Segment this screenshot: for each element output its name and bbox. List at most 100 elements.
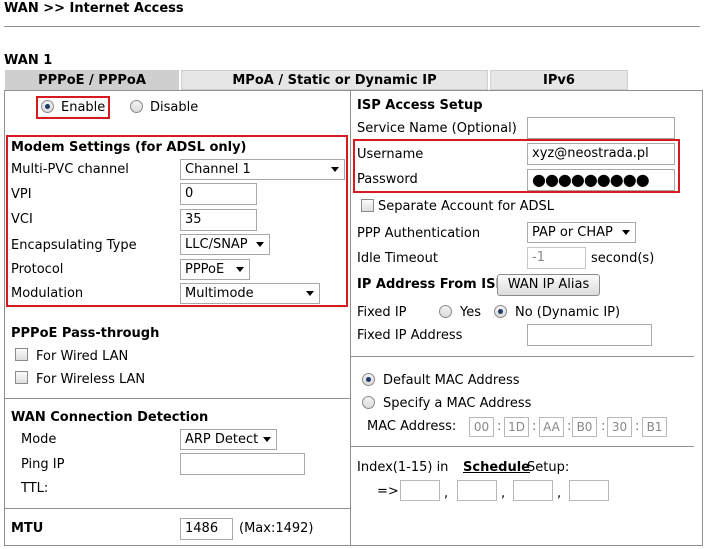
- multi-pvc-label: Multi-PVC channel: [11, 162, 129, 177]
- ip-from-isp-title: IP Address From ISP: [357, 277, 505, 292]
- password-input[interactable]: ●●●●●●●●●: [527, 169, 675, 191]
- ppp-auth-label: PPP Authentication: [357, 226, 481, 241]
- left-divider-1: [5, 398, 350, 399]
- disable-label: Disable: [150, 100, 199, 115]
- separate-account-label: Separate Account for ADSL: [378, 199, 555, 214]
- ppp-auth-select[interactable]: PAP or CHAP: [527, 222, 636, 243]
- schedule-index-1-input[interactable]: [400, 480, 440, 501]
- tab-ipv6[interactable]: IPv6: [490, 70, 628, 90]
- chevron-down-icon: [263, 437, 271, 442]
- mtu-label: MTU: [11, 521, 44, 536]
- modulation-select[interactable]: Multimode: [180, 283, 320, 304]
- default-mac-radio[interactable]: [362, 373, 375, 386]
- username-input[interactable]: xyz@neostrada.pl: [527, 143, 675, 165]
- mtu-max: (Max:1492): [239, 521, 314, 536]
- wireless-lan-label: For Wireless LAN: [36, 372, 146, 387]
- header-divider: [4, 26, 700, 27]
- idle-timeout-label: Idle Timeout: [357, 251, 438, 266]
- enable-radio[interactable]: [41, 100, 54, 113]
- multi-pvc-value: Channel 1: [185, 162, 251, 177]
- ping-ip-input[interactable]: [180, 453, 305, 475]
- specify-mac-label: Specify a MAC Address: [383, 396, 532, 411]
- schedule-index-4-input[interactable]: [569, 480, 609, 501]
- chevron-down-icon: [306, 291, 314, 296]
- schedule-arrow: =>: [377, 484, 399, 499]
- tab-mpoa-static-dynamic[interactable]: MPoA / Static or Dynamic IP: [181, 70, 488, 90]
- column-divider: [350, 90, 351, 546]
- encapsulating-type-label: Encapsulating Type: [11, 238, 137, 253]
- fixed-ip-yes-label: Yes: [460, 305, 481, 320]
- right-divider-2: [351, 446, 694, 447]
- fixed-ip-yes-radio[interactable]: [439, 305, 452, 318]
- enable-label: Enable: [61, 100, 106, 115]
- fixed-ip-address-label: Fixed IP Address: [357, 328, 463, 343]
- mac-octet-1[interactable]: 00: [469, 417, 494, 437]
- modem-settings-title: Modem Settings (for ADSL only): [11, 140, 247, 155]
- mac-separator: :: [532, 419, 537, 434]
- mac-octet-3[interactable]: AA: [539, 417, 564, 437]
- multi-pvc-select[interactable]: Channel 1: [180, 159, 345, 180]
- service-name-label: Service Name (Optional): [357, 121, 517, 136]
- fixed-ip-no-radio[interactable]: [494, 305, 507, 318]
- chevron-down-icon: [331, 167, 339, 172]
- schedule-index-2-input[interactable]: [457, 480, 497, 501]
- mac-separator: :: [635, 419, 640, 434]
- mac-address-label: MAC Address:: [367, 419, 457, 434]
- vpi-label: VPI: [11, 187, 32, 202]
- separate-account-checkbox[interactable]: [361, 199, 374, 212]
- fixed-ip-no-label: No (Dynamic IP): [515, 305, 621, 320]
- wireless-lan-checkbox[interactable]: [15, 371, 28, 384]
- mac-separator: :: [497, 419, 502, 434]
- wired-lan-checkbox[interactable]: [15, 348, 28, 361]
- wan-ip-alias-button[interactable]: WAN IP Alias: [497, 274, 600, 296]
- section-title: WAN 1: [4, 53, 53, 68]
- wired-lan-label: For Wired LAN: [36, 349, 129, 364]
- chevron-down-icon: [236, 267, 244, 272]
- fixed-ip-address-input[interactable]: [527, 324, 652, 346]
- encapsulating-type-select[interactable]: LLC/SNAP: [180, 234, 270, 255]
- modulation-value: Multimode: [185, 286, 254, 301]
- fixed-ip-label: Fixed IP: [357, 305, 407, 320]
- schedule-separator: ,: [444, 486, 449, 501]
- chevron-down-icon: [256, 242, 264, 247]
- tab-pppoe-pppoa[interactable]: PPPoE / PPPoA: [5, 70, 179, 90]
- mode-value: ARP Detect: [185, 432, 259, 447]
- schedule-index-3-input[interactable]: [513, 480, 553, 501]
- password-label: Password: [357, 172, 418, 187]
- ttl-label: TTL:: [21, 481, 49, 496]
- encapsulating-type-value: LLC/SNAP: [185, 237, 248, 252]
- breadcrumb: WAN >> Internet Access: [4, 1, 184, 16]
- ping-ip-label: Ping IP: [21, 457, 65, 472]
- vpi-input[interactable]: 0: [180, 183, 257, 205]
- service-name-input[interactable]: [527, 117, 675, 139]
- protocol-value: PPPoE: [185, 262, 225, 277]
- chevron-down-icon: [622, 230, 630, 235]
- mode-label: Mode: [21, 432, 57, 447]
- mac-octet-6[interactable]: B1: [642, 417, 667, 437]
- schedule-separator: ,: [557, 486, 562, 501]
- idle-timeout-unit: second(s): [591, 251, 655, 266]
- vci-label: VCI: [11, 212, 33, 227]
- protocol-label: Protocol: [11, 262, 64, 277]
- left-divider-2: [5, 508, 350, 509]
- idle-timeout-input[interactable]: -1: [527, 247, 586, 269]
- ppp-auth-value: PAP or CHAP: [532, 225, 613, 240]
- mac-octet-4[interactable]: B0: [572, 417, 597, 437]
- username-label: Username: [357, 147, 424, 162]
- specify-mac-radio[interactable]: [362, 396, 375, 409]
- right-divider-1: [351, 356, 694, 357]
- isp-access-title: ISP Access Setup: [357, 98, 483, 113]
- vci-input[interactable]: 35: [180, 209, 257, 231]
- mac-octet-2[interactable]: 1D: [504, 417, 529, 437]
- mode-select[interactable]: ARP Detect: [180, 429, 277, 450]
- disable-radio[interactable]: [130, 100, 143, 113]
- mtu-input[interactable]: 1486: [180, 518, 233, 540]
- pppoe-passthrough-title: PPPoE Pass-through: [11, 326, 160, 341]
- mac-separator: :: [601, 419, 606, 434]
- protocol-select[interactable]: PPPoE: [180, 259, 250, 280]
- schedule-prefix: Index(1-15) in: [357, 460, 449, 475]
- schedule-link[interactable]: Schedule: [463, 460, 530, 476]
- modulation-label: Modulation: [11, 286, 84, 301]
- mac-octet-5[interactable]: 30: [607, 417, 632, 437]
- wan-detection-title: WAN Connection Detection: [11, 410, 209, 425]
